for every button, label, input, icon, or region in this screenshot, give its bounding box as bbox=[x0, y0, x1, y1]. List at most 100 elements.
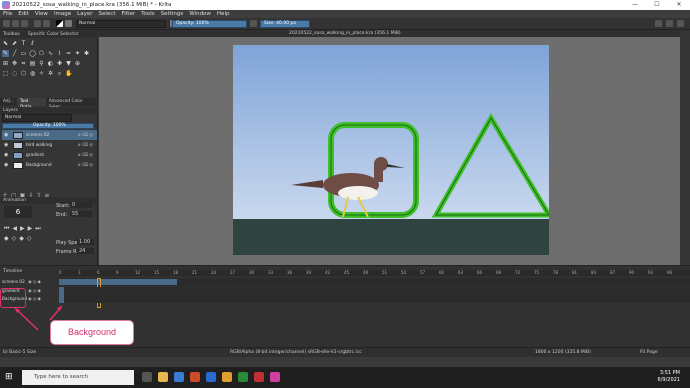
minimize-button[interactable]: — bbox=[624, 0, 646, 10]
brush-size-slider[interactable]: Size: 40.00 px bbox=[260, 20, 310, 28]
mail-icon[interactable] bbox=[174, 372, 184, 382]
color-swatch-icon[interactable] bbox=[56, 20, 63, 27]
timeline-layer-icons[interactable]: ◉◎◆ bbox=[28, 279, 42, 287]
start-field[interactable]: 0 bbox=[70, 202, 92, 208]
text-tool-icon[interactable]: T bbox=[20, 40, 27, 47]
menu-filter[interactable]: Filter bbox=[121, 11, 135, 17]
ellipse-tool-icon[interactable]: ◯ bbox=[29, 50, 36, 57]
office-icon[interactable] bbox=[190, 372, 200, 382]
color-picker-tool-icon[interactable]: ⚲ bbox=[38, 60, 45, 67]
menu-select[interactable]: Select bbox=[99, 11, 116, 17]
pan-tool-icon[interactable]: ✋ bbox=[65, 70, 72, 77]
menu-image[interactable]: Image bbox=[54, 11, 71, 17]
layer-row[interactable]: ◉ gradient α⌫◎ bbox=[2, 150, 97, 160]
layer-row[interactable]: ◉ screens 02 α⌫◎ bbox=[2, 130, 97, 140]
layer-opacity-slider[interactable]: Opacity: 100% bbox=[2, 123, 94, 129]
freehand-path-tool-icon[interactable]: ≈ bbox=[65, 50, 72, 57]
workspace-icon[interactable] bbox=[677, 20, 684, 27]
canvas-area[interactable]: 20210522_sosa_walking_in_place.kra (356.… bbox=[99, 30, 680, 265]
layer-blend-dropdown[interactable]: Normal bbox=[2, 114, 72, 122]
timeline-track[interactable] bbox=[59, 287, 690, 295]
playback-controls[interactable]: ⏮◀▶▶⏭ bbox=[4, 225, 44, 233]
keyframe-controls-icons[interactable]: ◆◇◆◇ bbox=[4, 235, 34, 242]
polygon-tool-icon[interactable]: ⬠ bbox=[38, 50, 45, 57]
menu-edit[interactable]: Edit bbox=[18, 11, 29, 17]
menu-view[interactable]: View bbox=[35, 11, 48, 17]
layer-properties-icon[interactable]: α⌫◎ bbox=[78, 143, 94, 148]
multibrush-tool-icon[interactable]: ✱ bbox=[83, 50, 90, 57]
brush-preset-label[interactable]: b) Basic-5 Size bbox=[3, 350, 36, 355]
timeline-ruler[interactable]: 0 3 6 9 12 15 18 21 24 27 30 33 36 39 42 45 48 51 54 57 60 63… bbox=[59, 270, 690, 276]
task-view-icon[interactable] bbox=[142, 372, 152, 382]
open-document-icon[interactable] bbox=[12, 20, 19, 27]
visibility-icon[interactable]: ◉ bbox=[4, 132, 10, 138]
chrome-icon[interactable] bbox=[222, 372, 232, 382]
save-icon[interactable] bbox=[21, 20, 28, 27]
smart-patch-tool-icon[interactable]: ✚ bbox=[56, 60, 63, 67]
rectangle-tool-icon[interactable]: ▭ bbox=[20, 50, 27, 57]
pattern-icon[interactable] bbox=[65, 20, 72, 27]
taskbar-search-input[interactable]: Type here to search bbox=[22, 370, 134, 385]
frame-rate-field[interactable]: 24 bbox=[77, 248, 94, 254]
menu-layer[interactable]: Layer bbox=[77, 11, 92, 17]
redo-icon[interactable] bbox=[43, 20, 50, 27]
tab-advanced-color-selector[interactable]: Advanced Color Selec... bbox=[46, 98, 98, 110]
opacity-slider[interactable]: Opacity: 100% bbox=[172, 20, 247, 28]
right-scrollbar[interactable] bbox=[680, 30, 690, 265]
tab-adjustments[interactable]: Adj... bbox=[0, 98, 17, 106]
layer-properties-icon[interactable]: α⌫◎ bbox=[78, 163, 94, 168]
menu-file[interactable]: File bbox=[3, 11, 12, 17]
layer-row[interactable]: ◉ Background α⌫◎ bbox=[2, 160, 97, 170]
menu-window[interactable]: Window bbox=[189, 11, 211, 17]
layer-properties-icon[interactable]: α⌫◎ bbox=[78, 153, 94, 158]
fill-tool-icon[interactable]: ▼ bbox=[65, 60, 72, 67]
end-field[interactable]: 55 bbox=[70, 211, 92, 217]
visibility-icon[interactable]: ◉ bbox=[4, 152, 10, 158]
windows-start-icon[interactable]: ⊞ bbox=[5, 372, 15, 382]
select-shapes-tool-icon[interactable]: ⬉ bbox=[2, 40, 9, 47]
polygon-selection-tool-icon[interactable]: ⬡ bbox=[20, 70, 27, 77]
ellipse-selection-tool-icon[interactable]: ◌ bbox=[11, 70, 18, 77]
undo-icon[interactable] bbox=[34, 20, 41, 27]
menu-help[interactable]: Help bbox=[217, 11, 230, 17]
layer-row[interactable]: ◉ bird walking α⌫◎ bbox=[2, 140, 97, 150]
visibility-icon[interactable]: ◉ bbox=[4, 162, 10, 168]
tab-tool-options[interactable]: Tool Optio... bbox=[16, 98, 46, 110]
keyframe[interactable] bbox=[59, 287, 64, 303]
play-speed-field[interactable]: 1.00 bbox=[77, 239, 94, 245]
rect-selection-tool-icon[interactable]: ⬚ bbox=[2, 70, 9, 77]
freehand-selection-tool-icon[interactable]: ◍ bbox=[29, 70, 36, 77]
keyframe-span[interactable] bbox=[59, 279, 177, 285]
crop-tool-icon[interactable]: ⌗ bbox=[20, 60, 27, 67]
visibility-icon[interactable]: ◉ bbox=[4, 142, 10, 148]
zoom-label[interactable]: Fit Page bbox=[640, 350, 658, 355]
powerpoint-icon[interactable] bbox=[254, 372, 264, 382]
assistant-tool-icon[interactable]: ⊕ bbox=[74, 60, 81, 67]
layer-properties-icon[interactable]: α⌫◎ bbox=[78, 133, 94, 138]
wrap-icon[interactable] bbox=[666, 20, 673, 27]
new-document-icon[interactable] bbox=[3, 20, 10, 27]
timeline-track[interactable] bbox=[59, 278, 690, 308]
colorize-mask-tool-icon[interactable]: ◐ bbox=[47, 60, 54, 67]
current-frame-field[interactable]: 6 bbox=[4, 206, 32, 218]
document-tab[interactable]: 20210522_sosa_walking_in_place.kra (356.… bbox=[99, 30, 680, 37]
file-explorer-icon[interactable] bbox=[158, 372, 168, 382]
krita-taskbar-icon[interactable] bbox=[270, 372, 280, 382]
taskbar-clock[interactable]: 3:51 PM 6/9/2021 bbox=[658, 370, 680, 384]
alpha-lock-icon[interactable] bbox=[250, 20, 257, 27]
gradient-tool-icon[interactable]: ▤ bbox=[29, 60, 36, 67]
mirror-icon[interactable] bbox=[655, 20, 662, 27]
transform-tool-icon[interactable]: ⊞ bbox=[2, 60, 9, 67]
contiguous-selection-tool-icon[interactable]: ✧ bbox=[38, 70, 45, 77]
word-icon[interactable] bbox=[206, 372, 216, 382]
maximize-button[interactable]: ☐ bbox=[646, 0, 668, 10]
timeline-track[interactable] bbox=[59, 287, 690, 303]
similar-selection-tool-icon[interactable]: ✲ bbox=[47, 70, 54, 77]
calligraphy-tool-icon[interactable]: ℓ bbox=[29, 40, 36, 47]
blend-mode-dropdown[interactable]: Normal bbox=[76, 20, 166, 28]
dynamic-brush-tool-icon[interactable]: ✦ bbox=[74, 50, 81, 57]
freehand-brush-tool-icon[interactable]: ✎ bbox=[2, 50, 9, 57]
line-tool-icon[interactable]: ╱ bbox=[11, 50, 18, 57]
specific-color-selector-title[interactable]: Specific Color Selector bbox=[25, 31, 85, 38]
canvas-image[interactable] bbox=[233, 45, 549, 255]
